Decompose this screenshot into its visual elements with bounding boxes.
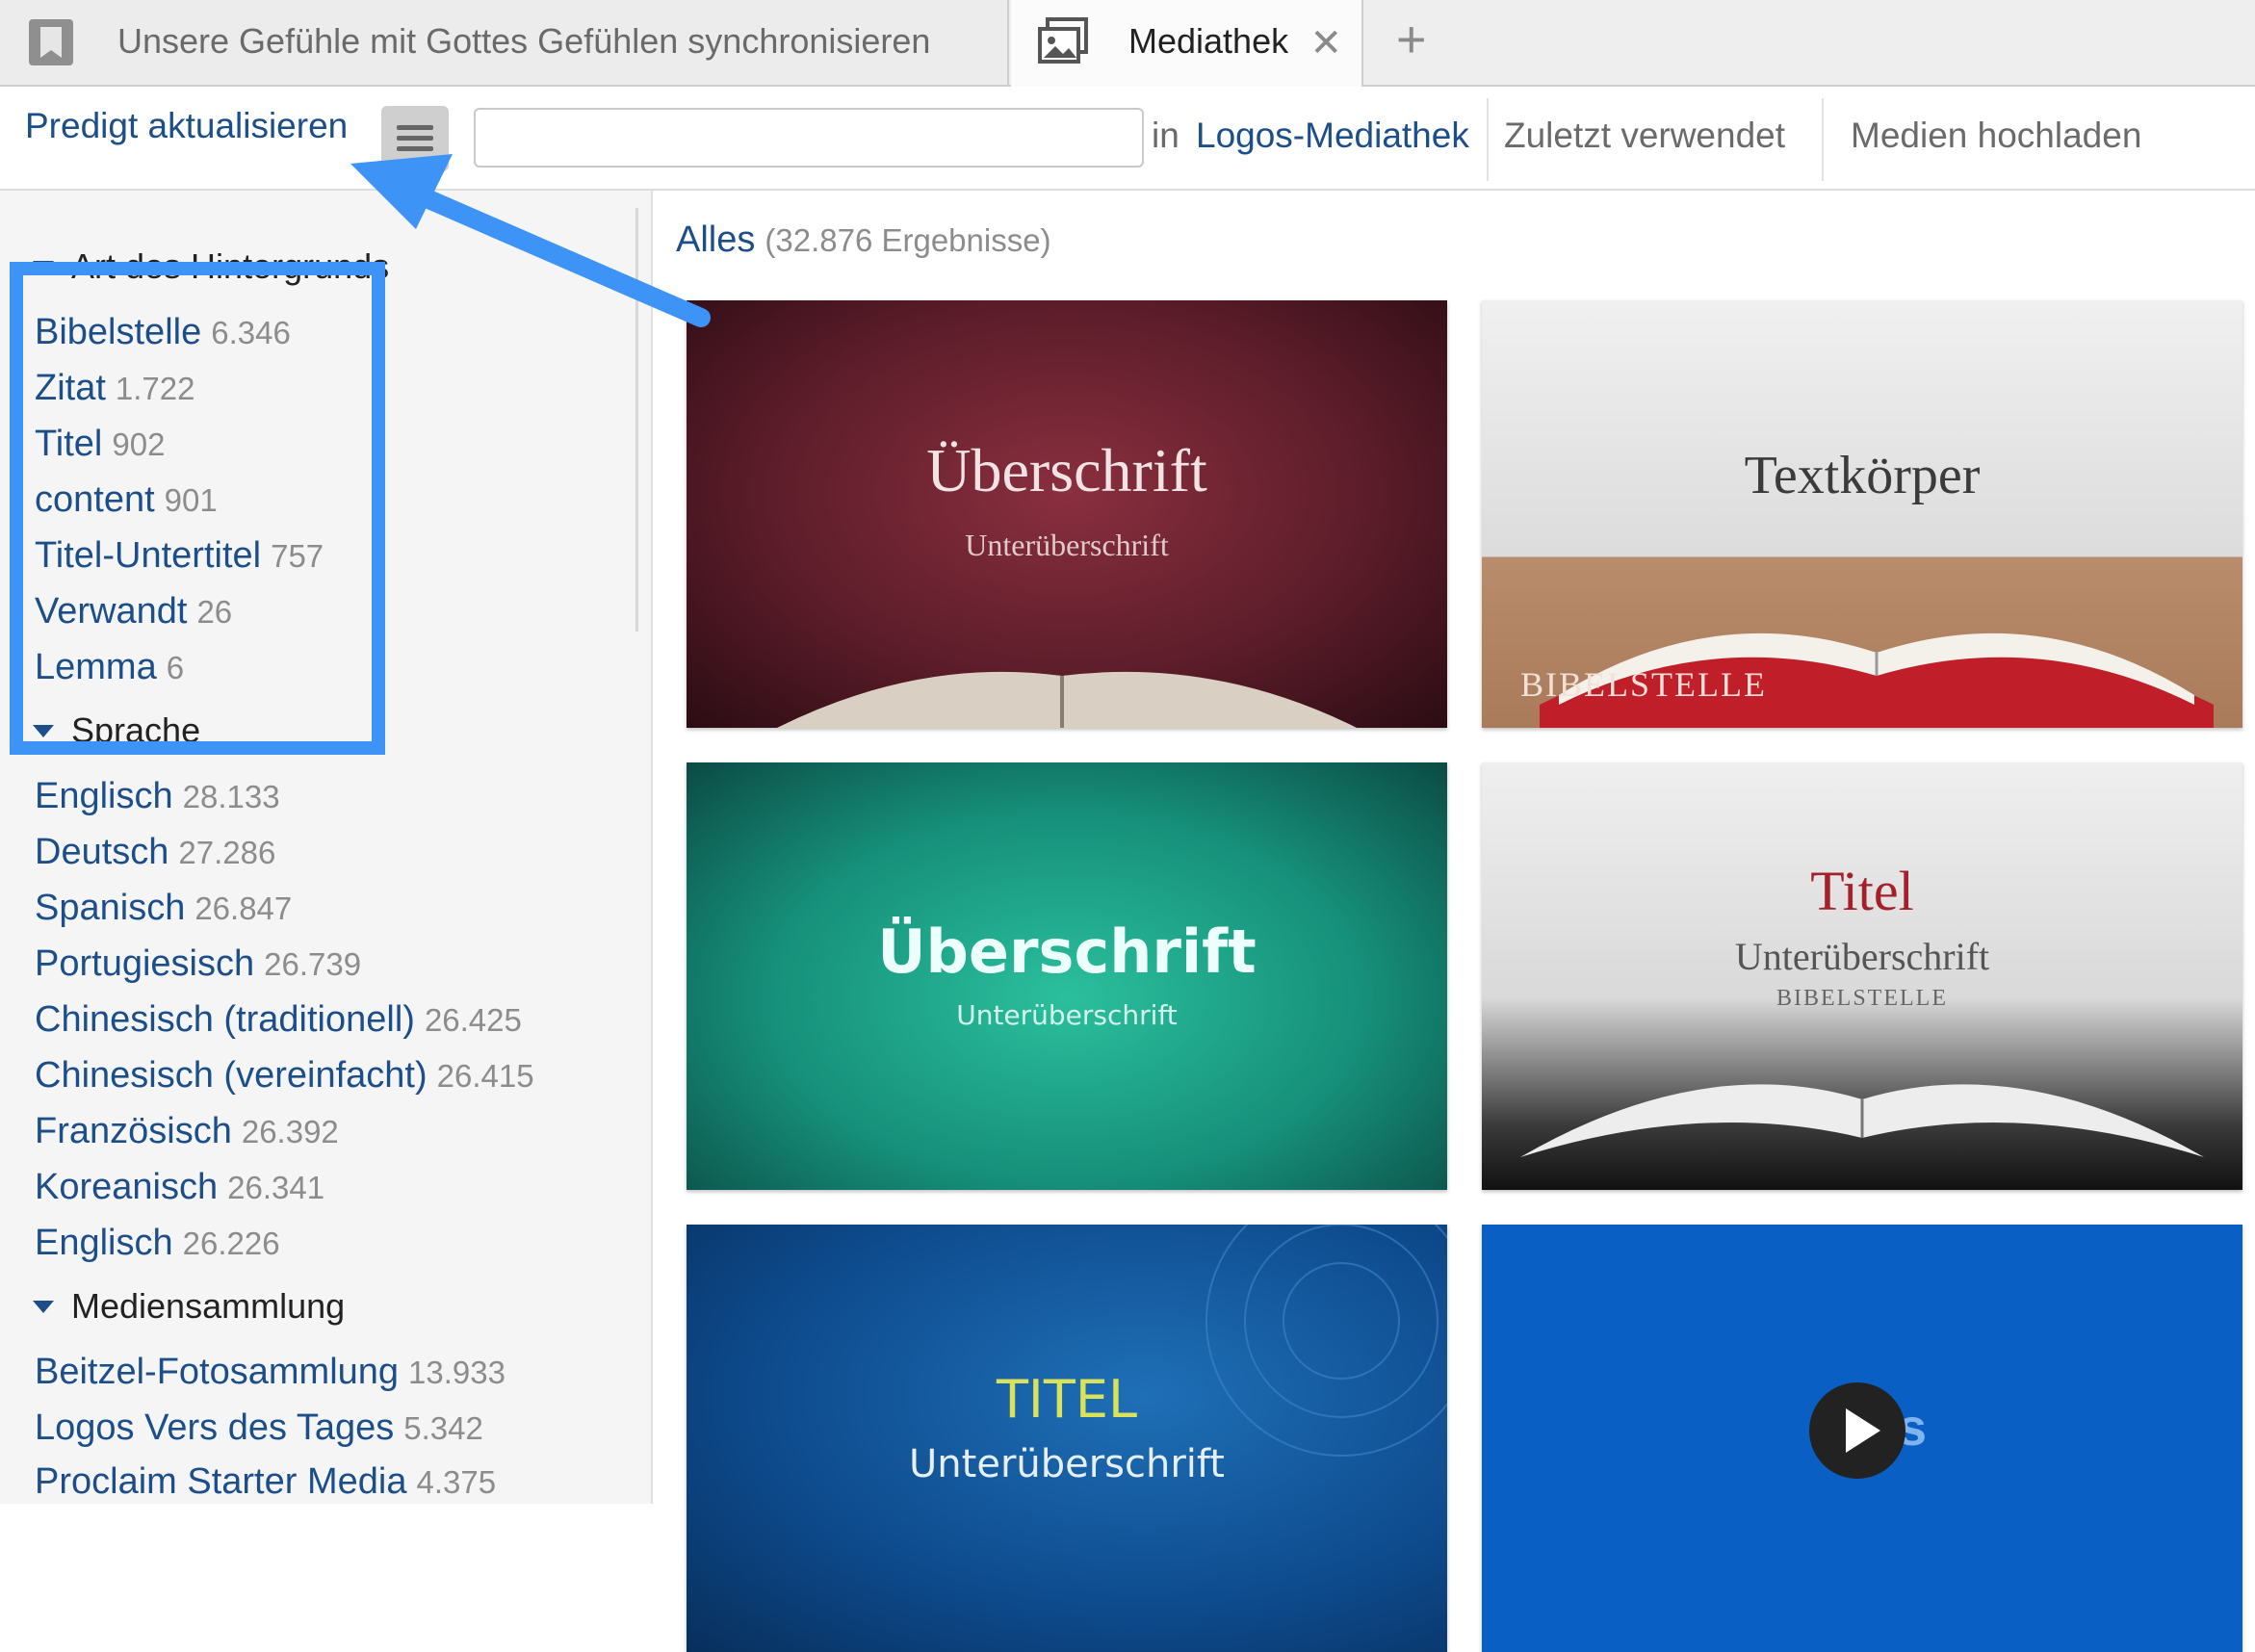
facet-count: 26.847	[194, 891, 293, 926]
search-scope-label: in	[1152, 116, 1179, 155]
thumbnail-reference: BIBELSTELLE	[1776, 986, 1948, 1011]
facet-item[interactable]: Englisch 26.226	[35, 1223, 280, 1264]
thumbnail-reference: BIBELSTELLE	[1520, 665, 1767, 704]
facet-count: 26.392	[241, 1114, 339, 1149]
results-count: (32.876 Ergebnisse)	[765, 222, 1051, 258]
facet-count: 26.415	[436, 1058, 534, 1094]
thumbnail-subtitle: Unterüberschrift	[956, 999, 1178, 1031]
decorative-circles	[1205, 1225, 1447, 1457]
facet-label: Spanisch	[35, 888, 186, 928]
thumbnail-title: TITEL	[996, 1369, 1138, 1430]
facet-label: Chinesisch (traditionell)	[35, 999, 415, 1040]
facet-item[interactable]: Proclaim Starter Media 4.375	[35, 1461, 496, 1503]
media-thumbnail[interactable]: Überschrift Unterüberschrift	[687, 762, 1447, 1190]
facet-count: 27.286	[178, 835, 276, 870]
facet-label: Chinesisch (vereinfacht)	[35, 1055, 428, 1096]
facet-count: 28.133	[182, 779, 280, 814]
facet-count: 5.342	[403, 1410, 483, 1446]
facet-count: 26.425	[424, 1002, 522, 1038]
facet-item[interactable]: Französisch 26.392	[35, 1111, 339, 1152]
facet-label: Portugiesisch	[35, 943, 255, 984]
facet-count: 13.933	[408, 1355, 505, 1390]
toolbar-divider	[1822, 98, 1824, 181]
facet-label: Koreanisch	[35, 1167, 219, 1207]
facet-label: Proclaim Starter Media	[35, 1461, 407, 1502]
upload-media-button[interactable]: Medien hochladen	[1851, 116, 2141, 156]
tab-bar: Unsere Gefühle mit Gottes Gefühlen synch…	[0, 0, 2255, 87]
toolbar-divider	[1487, 98, 1489, 181]
media-thumbnail-video[interactable]: s	[1482, 1225, 2242, 1652]
menu-button[interactable]	[381, 106, 449, 171]
facet-item[interactable]: Chinesisch (vereinfacht) 26.415	[35, 1055, 534, 1097]
library-scope-link[interactable]: Logos-Mediathek	[1196, 116, 1469, 156]
facet-label: Englisch	[35, 1223, 173, 1263]
tab-sermon-title: Unsere Gefühle mit Gottes Gefühlen synch…	[117, 21, 931, 61]
facet-count: 26.341	[227, 1170, 325, 1205]
tab-sermon[interactable]: Unsere Gefühle mit Gottes Gefühlen synch…	[0, 0, 1009, 85]
tab-media-library[interactable]: Mediathek ✕	[1011, 0, 1363, 87]
menu-icon-bar	[397, 136, 433, 141]
book-image	[777, 671, 1357, 728]
facet-count: 4.375	[416, 1464, 497, 1500]
facet-label: Beitzel-Fotosammlung	[35, 1352, 400, 1392]
facet-group-title: Mediensammlung	[71, 1286, 346, 1326]
facet-item[interactable]: Englisch 28.133	[35, 776, 280, 817]
search-input[interactable]	[474, 108, 1144, 168]
bookmark-icon	[29, 19, 73, 65]
close-tab-icon[interactable]: ✕	[1309, 21, 1342, 65]
play-icon[interactable]	[1809, 1382, 1905, 1479]
facet-item[interactable]: Beitzel-Fotosammlung 13.933	[35, 1352, 505, 1393]
facet-group-collection[interactable]: Mediensammlung	[33, 1286, 345, 1327]
triangle-down-icon	[33, 1300, 54, 1313]
facet-label: Deutsch	[35, 832, 169, 872]
toolbar: Predigt aktualisieren in Logos-Mediathek…	[0, 87, 2255, 191]
facet-item[interactable]: Spanisch 26.847	[35, 888, 292, 929]
menu-icon	[397, 125, 433, 130]
thumbnail-title: Textkörper	[1744, 446, 1981, 505]
thumbnail-title: Überschrift	[926, 436, 1207, 504]
facet-count: 26.739	[264, 946, 362, 982]
facet-label: Französisch	[35, 1111, 232, 1151]
media-thumbnail[interactable]: Textkörper BIBELSTELLE	[1482, 300, 2242, 728]
thumbnail-title: Titel	[1810, 860, 1914, 922]
update-sermon-link[interactable]: Predigt aktualisieren	[25, 106, 348, 146]
facet-count: 26.226	[182, 1226, 280, 1261]
facet-item[interactable]: Portugiesisch 26.739	[35, 943, 361, 985]
facet-label: Englisch	[35, 776, 173, 816]
thumbnail-title: Überschrift	[877, 916, 1257, 987]
thumbnail-subtitle: Unterüberschrift	[1734, 935, 1990, 978]
media-thumbnail[interactable]: Titel Unterüberschrift BIBELSTELLE	[1482, 762, 2242, 1190]
thumbnail-subtitle: Unterüberschrift	[965, 528, 1169, 562]
menu-icon-bar	[397, 146, 433, 151]
results-filter-link[interactable]: Alles	[676, 219, 755, 260]
new-tab-button[interactable]: +	[1396, 13, 1427, 65]
facet-item[interactable]: Koreanisch 26.341	[35, 1167, 324, 1208]
media-library-icon	[1038, 17, 1088, 64]
results-panel: Alles (32.876 Ergebnisse) Überschrift Unt…	[655, 191, 2255, 1652]
facet-item[interactable]: Chinesisch (traditionell) 26.425	[35, 999, 522, 1041]
tab-media-title: Mediathek	[1128, 21, 1289, 61]
recently-used-button[interactable]: Zuletzt verwendet	[1504, 116, 1785, 156]
results-header: Alles (32.876 Ergebnisse)	[676, 219, 1051, 261]
annotation-highlight-box	[10, 262, 385, 755]
facet-item[interactable]: Logos Vers des Tages 5.342	[35, 1407, 483, 1449]
book-image	[1520, 1084, 2204, 1157]
facet-item[interactable]: Deutsch 27.286	[35, 832, 275, 873]
media-thumbnail[interactable]: Überschrift Unterüberschrift	[687, 300, 1447, 728]
sidebar-scrollbar[interactable]	[635, 208, 638, 632]
media-thumbnail[interactable]: TITEL Unterüberschrift	[687, 1225, 1447, 1652]
facet-label: Logos Vers des Tages	[35, 1407, 395, 1448]
thumbnail-subtitle: Unterüberschrift	[909, 1442, 1225, 1486]
